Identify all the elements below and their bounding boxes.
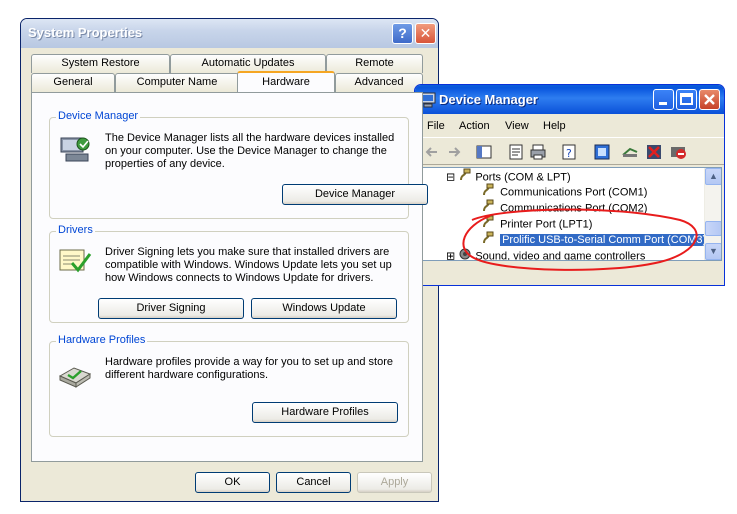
tab-hardware[interactable]: Hardware [237,71,335,92]
menu-help[interactable]: Help [543,120,566,132]
hardware-profiles-icon [58,358,92,391]
sound-category-label: Sound, video and game controllers [475,250,646,261]
forward-icon[interactable] [445,143,463,161]
print-icon[interactable] [529,143,547,161]
help-icon[interactable]: ? [560,143,578,161]
help-button[interactable]: ? [392,23,413,44]
driver-signing-icon [58,246,92,279]
tab-general[interactable]: General [31,73,115,92]
tree-item-lpt1[interactable]: Printer Port (LPT1) [481,215,592,231]
close-button[interactable]: ✕ [415,23,436,44]
minimize-button[interactable] [653,89,674,110]
drivers-group: Drivers Driver Signing lets you make sur… [49,224,409,323]
update-driver-icon[interactable] [621,143,639,161]
hardware-profiles-group-label: Hardware Profiles [56,334,148,346]
scan-icon[interactable] [593,143,611,161]
hardware-tab-panel: Device Manager The Device Manager lists … [31,92,428,462]
device-manager-window: Device Manager File Action View Help ? ⊟… [414,84,725,286]
device-manager-group-label: Device Manager [56,110,141,122]
device-manager-description: The Device Manager lists all the hardwar… [105,132,395,170]
menu-file[interactable]: File [427,120,445,132]
tree-item-com3-prolific[interactable]: Prolific USB-to-Serial Comm Port (COM3) [481,231,709,247]
hardware-profiles-description: Hardware profiles provide a way for you … [105,356,393,381]
scroll-up-button[interactable]: ▲ [705,168,721,185]
device-manager-title: Device Manager [439,92,538,107]
expand-toggle[interactable]: ⊞ [446,250,455,260]
cancel-button[interactable]: Cancel [276,472,351,493]
driver-signing-button[interactable]: Driver Signing [98,298,244,319]
device-manager-titlebar[interactable]: Device Manager [415,85,724,114]
maximize-button[interactable] [676,89,697,110]
tree-item-com1[interactable]: Communications Port (COM1) [481,183,647,199]
drivers-group-label: Drivers [56,224,95,236]
back-icon[interactable] [423,143,441,161]
menu-view[interactable]: View [505,120,529,132]
ports-category-label: Ports (COM & LPT) [475,171,571,184]
console-tree-icon[interactable] [475,143,493,161]
dm-close-button[interactable] [699,89,720,110]
port-plug-icon [458,168,472,187]
tree-category-sound[interactable]: ⊞ Sound, video and game controllers [446,247,646,261]
disable-icon[interactable] [669,143,687,161]
device-manager-icon [58,132,92,169]
ok-button[interactable]: OK [195,472,270,493]
scroll-down-button[interactable]: ▼ [705,243,721,260]
scroll-thumb[interactable] [705,221,721,236]
uninstall-icon[interactable] [645,143,663,161]
com2-label: Communications Port (COM2) [500,202,648,215]
com1-label: Communications Port (COM1) [500,186,648,199]
hardware-profiles-button[interactable]: Hardware Profiles [252,402,398,423]
svg-text:?: ? [566,147,572,160]
com3-label: Prolific USB-to-Serial Comm Port (COM3) [500,234,709,247]
window-title: System Properties [28,25,143,40]
tab-system-restore[interactable]: System Restore [31,54,170,73]
lpt1-label: Printer Port (LPT1) [500,218,593,231]
system-properties-titlebar[interactable]: System Properties ? ✕ [21,19,438,48]
apply-button[interactable]: Apply [357,472,432,493]
collapse-toggle[interactable]: ⊟ [446,171,455,183]
tab-remote[interactable]: Remote [326,54,423,73]
device-tree[interactable]: ⊟ Ports (COM & LPT) Communications Port … [419,167,722,261]
tree-category-ports[interactable]: ⊟ Ports (COM & LPT) [446,168,571,184]
tab-computer-name[interactable]: Computer Name [115,73,239,92]
system-properties-window: System Properties ? ✕ System Restore Aut… [20,18,439,502]
device-manager-button[interactable]: Device Manager [282,184,428,205]
menu-action[interactable]: Action [459,120,490,132]
speaker-icon [458,247,472,260]
windows-update-button[interactable]: Windows Update [251,298,397,319]
drivers-description: Driver Signing lets you make sure that i… [105,246,392,284]
system-properties-body: System Restore Automatic Updates Remote … [24,48,435,498]
device-manager-group: Device Manager The Device Manager lists … [49,110,428,219]
hardware-profiles-group: Hardware Profiles Hardware profiles prov… [49,334,409,437]
toolbar: ? [415,137,724,165]
tree-item-com2[interactable]: Communications Port (COM2) [481,199,647,215]
tab-advanced[interactable]: Advanced [335,73,423,92]
properties-icon[interactable] [507,143,525,161]
vertical-scrollbar[interactable]: ▲ ▼ [704,168,721,260]
menu-bar: File Action View Help [415,114,724,137]
